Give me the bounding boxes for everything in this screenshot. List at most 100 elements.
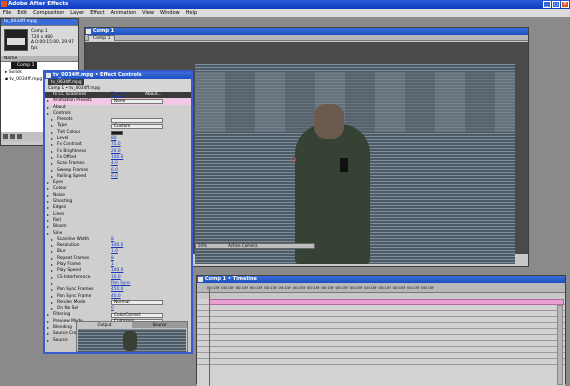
camera-select[interactable]: Active Camera xyxy=(228,243,257,248)
expand-triangle-icon[interactable] xyxy=(47,201,49,204)
comp-window-icon xyxy=(86,29,91,34)
effect-properties-list: fx CC Scanlines Reset About... Animation Pr… xyxy=(45,92,191,343)
expand-triangle-icon[interactable] xyxy=(47,219,49,222)
expand-triangle-icon[interactable] xyxy=(51,308,53,311)
minimize-button[interactable]: _ xyxy=(543,1,551,8)
expand-triangle-icon[interactable] xyxy=(47,100,49,103)
expand-triangle-icon[interactable] xyxy=(47,232,49,235)
ruler-tick-label: 00:15f xyxy=(364,285,377,290)
effect-property-dropdown[interactable]: Normal xyxy=(111,300,163,306)
close-button[interactable]: × xyxy=(561,1,569,8)
expand-triangle-icon[interactable] xyxy=(47,207,49,210)
preview-tab-output[interactable]: Output xyxy=(77,322,132,328)
timeline-tracks xyxy=(197,289,565,386)
ruler-tick-label: 00:15f xyxy=(292,285,305,290)
expand-triangle-icon[interactable] xyxy=(51,150,53,153)
effect-property-dropdown[interactable]: ColorCorrect xyxy=(111,312,163,318)
expand-triangle-icon[interactable] xyxy=(51,257,53,260)
zoom-level[interactable]: 50% xyxy=(198,243,207,248)
project-info-line: Δ 0:00:15:00, 29.97 fps xyxy=(31,40,74,51)
menu-help[interactable]: Help xyxy=(186,9,197,17)
expand-triangle-icon[interactable] xyxy=(51,264,53,267)
project-item-label: Solids xyxy=(8,70,23,75)
expand-triangle-icon[interactable] xyxy=(51,245,53,248)
ruler-tick-label: 00:15f xyxy=(249,285,263,290)
timeline-title-bar: Comp 1 • Timeline xyxy=(197,276,565,283)
effect-property-dropdown[interactable] xyxy=(111,117,163,123)
expand-triangle-icon[interactable] xyxy=(51,282,53,285)
menu-effect[interactable]: Effect xyxy=(90,9,104,17)
effect-property-dropdown[interactable]: Custom xyxy=(111,124,163,130)
expand-triangle-icon[interactable] xyxy=(47,333,49,336)
video-frame xyxy=(195,64,515,264)
ruler-tick-label: 00:15f xyxy=(221,285,234,290)
menu-file[interactable]: File xyxy=(3,9,11,17)
expand-triangle-icon[interactable] xyxy=(51,131,53,134)
expand-triangle-icon[interactable] xyxy=(47,213,49,216)
effect-preview: Output Source xyxy=(76,321,188,352)
ruler-tick-label: 00:15f xyxy=(406,285,420,290)
expand-triangle-icon[interactable] xyxy=(51,163,53,166)
expand-triangle-icon[interactable] xyxy=(47,226,49,229)
microphone xyxy=(340,158,348,172)
expand-triangle-icon[interactable] xyxy=(51,289,53,292)
trash-icon[interactable] xyxy=(3,134,8,139)
new-folder-icon[interactable] xyxy=(10,134,15,139)
expand-triangle-icon[interactable] xyxy=(47,106,49,109)
expand-triangle-icon[interactable] xyxy=(51,238,53,241)
ruler-tick-label: 00:15f xyxy=(335,285,348,290)
expand-triangle-icon[interactable] xyxy=(51,301,53,304)
expand-triangle-icon[interactable] xyxy=(51,169,53,172)
menu-edit[interactable]: Edit xyxy=(17,9,27,17)
person-head xyxy=(314,104,344,139)
maximize-button[interactable]: □ xyxy=(552,1,560,8)
timeline-scrollbar[interactable] xyxy=(557,305,563,385)
expand-triangle-icon[interactable] xyxy=(51,125,53,128)
current-time-indicator[interactable] xyxy=(209,289,210,386)
menu-composition[interactable]: Composition xyxy=(33,9,64,17)
expand-triangle-icon[interactable] xyxy=(47,326,49,329)
expand-triangle-icon[interactable] xyxy=(47,194,49,197)
expand-triangle-icon[interactable] xyxy=(47,188,49,191)
expand-triangle-icon[interactable] xyxy=(51,156,53,159)
layer-bar[interactable] xyxy=(209,299,564,305)
expand-triangle-icon[interactable] xyxy=(51,119,53,122)
timeline-ruler[interactable]: 00:15f 00:15f 00:15f 00:15f 00:15f 00:15… xyxy=(197,283,565,293)
project-tab-label: tv_0034ff.mpg xyxy=(4,19,37,24)
menu-view[interactable]: View xyxy=(142,9,154,17)
expand-triangle-icon[interactable] xyxy=(47,112,49,115)
effect-property-dropdown[interactable]: None xyxy=(111,98,163,104)
app-title: Adobe After Effects xyxy=(8,1,69,7)
expand-triangle-icon[interactable] xyxy=(47,320,49,323)
expand-triangle-icon[interactable] xyxy=(51,144,53,147)
tint-colour-swatch[interactable] xyxy=(111,130,123,135)
effect-controls-title-bar: tv_0034ff.mpg • Effect Controls xyxy=(45,72,191,79)
expand-triangle-icon[interactable] xyxy=(47,182,49,185)
anchor-point-icon[interactable] xyxy=(291,157,296,162)
ruler-tick-label: 00:15f xyxy=(235,285,248,290)
expand-triangle-icon[interactable] xyxy=(51,175,53,178)
expand-triangle-icon[interactable] xyxy=(51,276,53,279)
project-thumbnail xyxy=(4,29,28,51)
project-tab[interactable]: tv_0034ff.mpg xyxy=(1,19,78,26)
after-effects-icon xyxy=(1,1,7,7)
comp-tab[interactable]: Comp 1 xyxy=(88,35,116,41)
preview-tab-source[interactable]: Source xyxy=(132,322,187,328)
expand-triangle-icon[interactable] xyxy=(51,270,53,273)
expand-triangle-icon[interactable] xyxy=(47,314,49,317)
menu-window[interactable]: Window xyxy=(160,9,180,17)
expand-triangle-icon[interactable] xyxy=(51,251,53,254)
timeline-panel: Comp 1 • Timeline 00:15f 00:15f 00:15f 0… xyxy=(196,275,566,386)
expand-triangle-icon[interactable] xyxy=(51,138,53,141)
menu-animation[interactable]: Animation xyxy=(111,9,137,17)
project-item[interactable]: Comp 1 xyxy=(11,62,37,69)
comp-title: Comp 1 xyxy=(93,28,115,34)
app-title-bar: Adobe After Effects _ □ × xyxy=(0,0,570,9)
timeline-title: Comp 1 • Timeline xyxy=(205,276,257,282)
expand-triangle-icon[interactable] xyxy=(47,339,49,342)
expand-triangle-icon[interactable] xyxy=(51,295,53,298)
new-comp-icon[interactable] xyxy=(17,134,22,139)
menu-layer[interactable]: Layer xyxy=(70,9,84,17)
expand-triangle-icon[interactable] xyxy=(47,94,49,96)
comp-tab-row: Comp 1 xyxy=(85,35,528,41)
